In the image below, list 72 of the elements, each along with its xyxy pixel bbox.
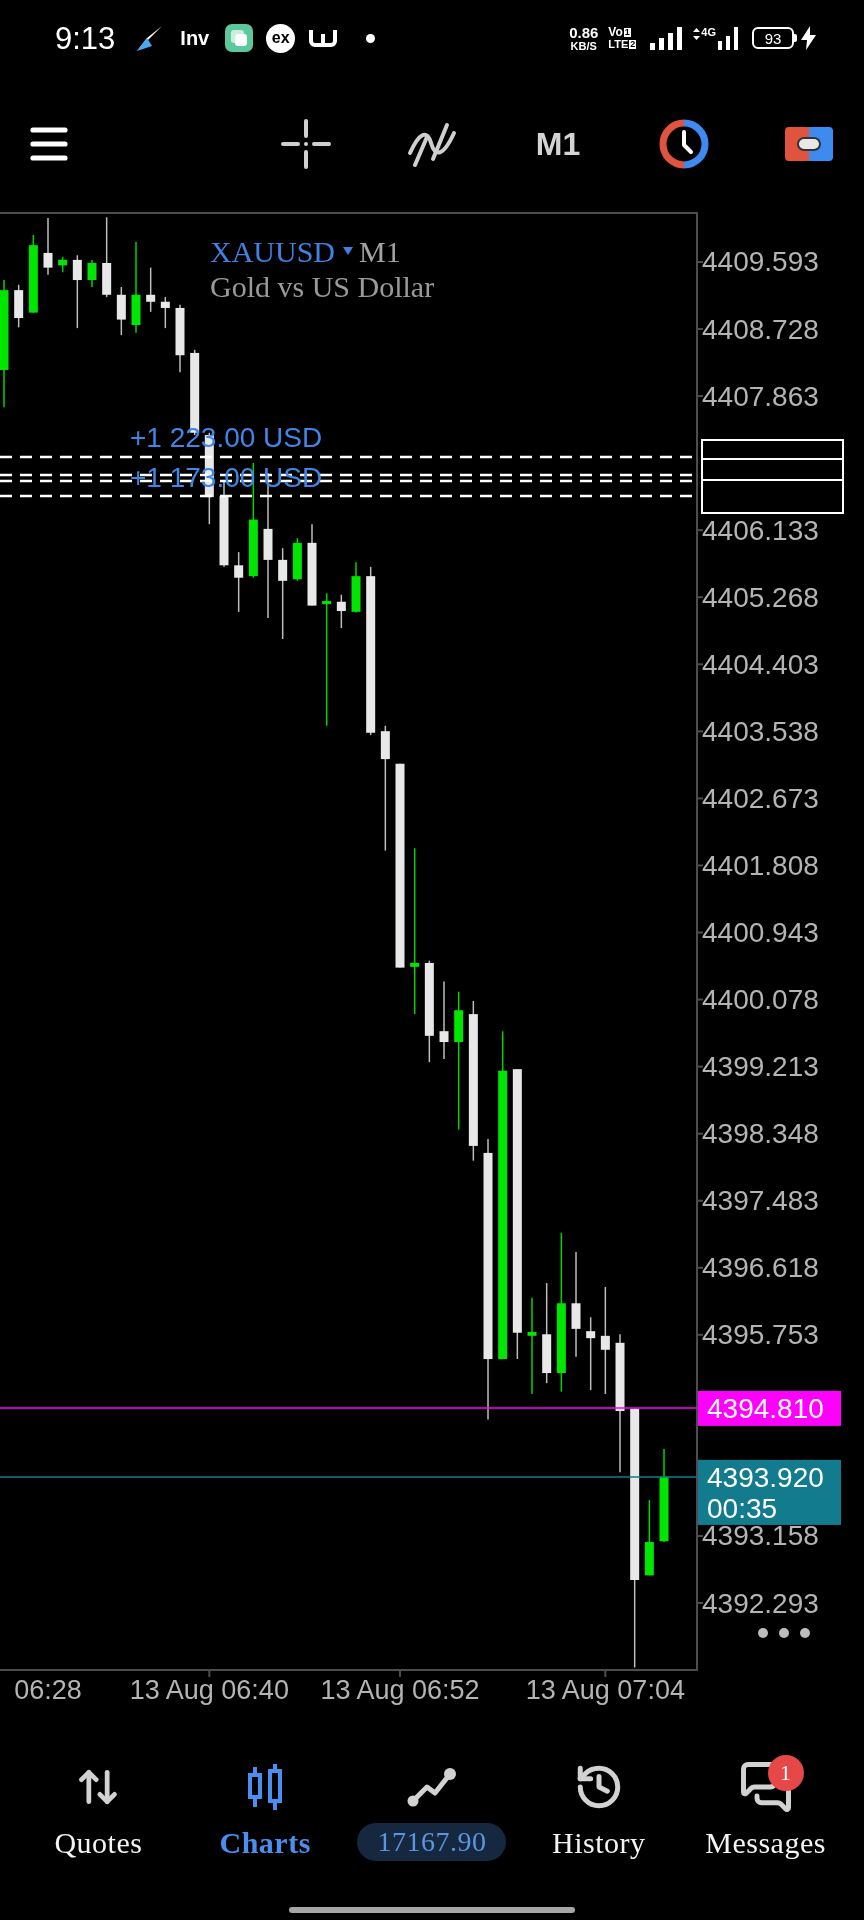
network-type: 4G <box>701 26 716 38</box>
candle <box>234 551 244 613</box>
price-axis-label: 4398.348 <box>702 1118 819 1150</box>
u-shape-icon <box>308 28 339 48</box>
time-axis-label: 13 Aug 06:40 <box>129 1675 289 1705</box>
price-axis-label: 4408.728 <box>702 313 819 345</box>
volte-label: Vo <box>608 26 623 38</box>
candle <box>336 594 346 629</box>
price-axis-label: 4409.593 <box>702 246 819 278</box>
more-icon[interactable] <box>758 1628 810 1638</box>
sim-number: 1 <box>623 27 631 37</box>
charging-bolt-icon <box>801 26 816 50</box>
network-speed: 0.86 <box>569 24 599 40</box>
speed-unit: KB/S <box>570 40 597 52</box>
dropdown-caret-icon[interactable] <box>343 247 353 255</box>
data-arrows-icon <box>693 27 701 40</box>
crosshair-icon[interactable] <box>281 119 331 169</box>
price-axis-label: 4402.673 <box>702 782 819 814</box>
notification-badge: 1 <box>767 1755 804 1791</box>
candle <box>160 296 170 329</box>
dart-icon <box>136 24 164 52</box>
candle <box>58 256 68 274</box>
time-axis-label: 06:28 <box>14 1675 82 1705</box>
price-axis-label: 4400.943 <box>702 917 819 948</box>
curve-icon[interactable] <box>407 121 457 167</box>
chart-timeframe: M1 <box>359 235 401 268</box>
nav-tab[interactable]: 17167.90 <box>348 1720 516 1907</box>
candle <box>351 561 361 614</box>
price-tag-value: 4394.810 <box>707 1393 824 1425</box>
candle <box>175 304 185 374</box>
nav-tab[interactable]: 1 Messages <box>682 1720 849 1907</box>
price-axis-label: 4404.403 <box>702 648 819 680</box>
clock-time: 9:13 <box>55 22 116 54</box>
price-axis-label: 4397.483 <box>702 1185 819 1217</box>
clock-icon[interactable] <box>659 119 709 169</box>
candle <box>87 259 97 288</box>
trend-line-icon <box>407 1766 457 1808</box>
nav-tab[interactable]: History <box>515 1720 683 1907</box>
candle <box>43 217 53 276</box>
app-logo: ex <box>266 23 296 53</box>
price-axis-label: 4401.808 <box>702 849 819 881</box>
stacked-squares-icon <box>225 24 254 52</box>
symbol-description: Gold vs US Dollar <box>210 270 435 303</box>
notification-dot-icon <box>366 33 376 43</box>
price-axis-label: 4403.538 <box>702 715 819 747</box>
candle <box>116 286 126 336</box>
signal-bars-icon <box>650 26 683 50</box>
battery-indicator: 93 <box>752 27 797 49</box>
price-axis-label: 4407.863 <box>702 380 819 412</box>
price-axis-label: 4395.753 <box>702 1319 819 1351</box>
price-axis-label: 4406.133 <box>702 514 819 546</box>
symbol-name: XAUUSD <box>210 235 335 268</box>
price-tag-value: 4393.920 <box>707 1462 824 1494</box>
nav-tab[interactable]: Charts <box>181 1720 349 1907</box>
time-axis-label: 13 Aug 07:04 <box>525 1675 685 1705</box>
candle <box>292 537 302 582</box>
split-square-icon[interactable] <box>785 127 833 161</box>
sim-number: 2 <box>629 40 637 49</box>
candle <box>14 283 24 329</box>
candle <box>146 266 156 313</box>
signal-bars-icon <box>718 26 738 50</box>
price-axis-label: 4400.078 <box>702 984 819 1016</box>
nav-tab[interactable]: Quotes <box>15 1720 182 1907</box>
timeframe-button[interactable]: M1 <box>533 128 583 160</box>
price-axis-label: 4396.618 <box>702 1252 819 1284</box>
app-logo: Inv <box>180 28 210 48</box>
price-axis-label: 4392.293 <box>702 1587 819 1619</box>
time-axis-label: 13 Aug 06:52 <box>320 1675 480 1705</box>
price-axis-label: 4405.268 <box>702 581 819 613</box>
lte-label: LTE <box>608 39 629 50</box>
price-axis-label: 4399.213 <box>702 1051 819 1083</box>
account-balance: 17167.90 <box>357 1823 507 1861</box>
